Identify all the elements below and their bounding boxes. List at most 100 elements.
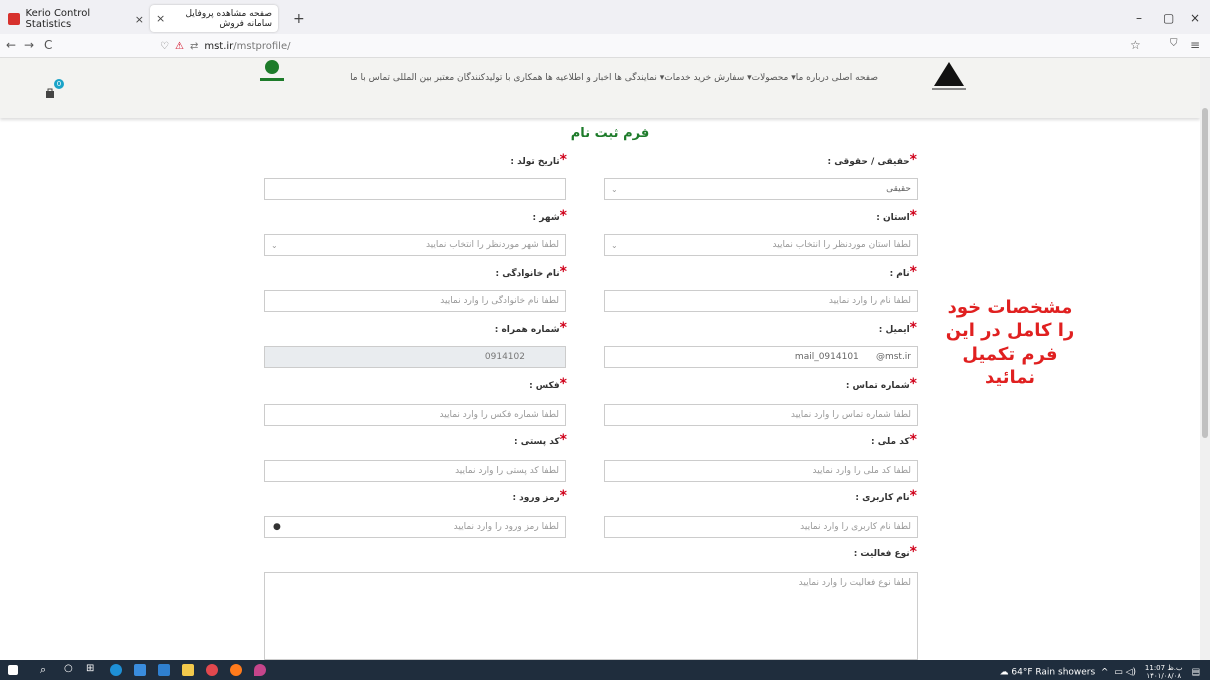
required-star: * (909, 320, 917, 336)
input-placeholder: لطفا شماره فکس را وارد نمایید (439, 410, 559, 420)
windows-taskbar: ⌕ ○ ⊞ ☁ 64°F Rain showers ^ ▭ ◁) 11:07 ب… (0, 660, 1210, 680)
fax-input[interactable]: لطفا شماره فکس را وارد نمایید (264, 404, 566, 426)
eye-icon[interactable]: ● (273, 522, 281, 532)
last-name-label: *نام خانوادگی : (496, 264, 567, 280)
clock[interactable]: 11:07 ب.ظ ۱۴۰۱/۰۸/۰۸ (1145, 664, 1183, 680)
lock-warning-icon: ⚠ (174, 40, 184, 52)
label-text: رمز ورود : (512, 493, 560, 503)
required-star: * (909, 488, 917, 504)
minimize-button[interactable]: – (1136, 11, 1142, 25)
reload-button[interactable]: C (44, 38, 52, 52)
maximize-button[interactable]: ▢ (1163, 11, 1174, 25)
search-icon[interactable]: ⌕ (40, 663, 46, 677)
cortana-icon[interactable]: ○ (64, 663, 73, 674)
back-button[interactable]: ← (6, 38, 16, 52)
droplet-app-icon[interactable] (254, 664, 266, 676)
input-placeholder: لطفا نام خانوادگی را وارد نمایید (440, 296, 559, 306)
required-star: * (909, 152, 917, 168)
weather-text: 64°F Rain showers (1011, 667, 1096, 678)
required-star: * (559, 432, 567, 448)
forward-button[interactable]: → (24, 38, 34, 52)
browser-tab-bar: Kerio Control Statistics × × صفحه مشاهده… (0, 0, 1210, 34)
username-input[interactable]: لطفا نام کاربری را وارد نمایید (604, 516, 918, 538)
site-header: 0 صفحه اصلی درباره ما▾ محصولات▾ سفارش خر… (0, 58, 1200, 118)
legal-type-label: *حقیقی / حقوقی : (828, 152, 917, 168)
activity-type-textarea[interactable]: لطفا نوع فعالیت را وارد نمایید (264, 572, 918, 660)
city-label: *شهر : (533, 208, 567, 224)
input-placeholder: لطفا کد ملی را وارد نمایید (812, 466, 911, 476)
file-explorer-icon[interactable] (182, 664, 194, 676)
required-star: * (909, 376, 917, 392)
phone-input[interactable]: لطفا شماره تماس را وارد نمایید (604, 404, 918, 426)
label-text: شهر : (532, 213, 560, 223)
label-text: فکس : (529, 381, 560, 391)
required-star: * (909, 544, 917, 560)
chevron-down-icon: ⌄ (271, 240, 278, 250)
notification-icon[interactable]: ▤ (1191, 668, 1200, 678)
input-placeholder: لطفا رمز ورود را وارد نمایید (453, 522, 559, 532)
permissions-icon: ⇄ (189, 40, 199, 52)
windows-start-icon[interactable] (8, 665, 18, 675)
network-icon[interactable]: ▭ (1114, 668, 1123, 678)
url-path: /mstprofile/ (233, 40, 291, 52)
tray-chevron-icon[interactable]: ^ (1098, 668, 1111, 678)
certificate-logo (254, 58, 290, 88)
required-star: * (559, 376, 567, 392)
system-tray[interactable]: ☁ 64°F Rain showers ^ ▭ ◁) 11:07 ب.ظ ۱۴۰… (1000, 664, 1201, 680)
label-text: نوع فعالیت : (853, 549, 910, 559)
label-text: ایمیل : (878, 325, 910, 335)
chevron-down-icon: ⌄ (611, 240, 618, 250)
legal-type-select[interactable]: حقیقی ⌄ (604, 178, 918, 200)
instruction-note: مشخصات خود را کامل در این فرم تکمیل نمائ… (945, 297, 1075, 389)
required-star: * (909, 432, 917, 448)
task-view-icon[interactable]: ⊞ (86, 663, 94, 674)
required-star: * (909, 208, 917, 224)
tab-profile[interactable]: × صفحه مشاهده پروفایل سامانه فروش (150, 5, 278, 32)
label-text: شماره تماس : (845, 381, 910, 391)
postal-code-input[interactable]: لطفا کد پستی را وارد نمایید (264, 460, 566, 482)
birth-date-label: *تاریخ تولد : (510, 152, 567, 168)
scrollbar-thumb[interactable] (1202, 108, 1208, 438)
tab-kerio[interactable]: Kerio Control Statistics × (8, 7, 148, 31)
label-text: حقیقی / حقوقی : (827, 157, 910, 167)
volume-icon[interactable]: ◁) (1126, 668, 1136, 678)
required-star: * (909, 264, 917, 280)
label-text: شماره همراه : (494, 325, 560, 335)
store-icon[interactable] (134, 664, 146, 676)
tab-close-icon[interactable]: × (156, 12, 169, 25)
province-label: *استان : (876, 208, 917, 224)
national-code-input[interactable]: لطفا کد ملی را وارد نمایید (604, 460, 918, 482)
bookmark-star-icon[interactable]: ☆ (1130, 38, 1141, 52)
pocket-icon[interactable]: ⛉ (1170, 38, 1178, 49)
weather-icon: ☁ (999, 667, 1009, 678)
label-text: نام خانوادگی : (495, 269, 560, 279)
chrome-icon[interactable] (206, 664, 218, 676)
email-input[interactable]: mail_0914101 @mst.ir (604, 346, 918, 368)
province-select[interactable]: لطفا استان موردنظر را انتخاب نمایید ⌄ (604, 234, 918, 256)
tab-close-icon[interactable]: × (135, 13, 148, 26)
input-value: mail_0914101 @mst.ir (794, 352, 911, 362)
select-value: حقیقی (886, 184, 911, 194)
required-star: * (559, 488, 567, 504)
main-menu[interactable]: صفحه اصلی درباره ما▾ محصولات▾ سفارش خرید… (343, 73, 878, 83)
birth-date-input[interactable] (264, 178, 566, 200)
password-input[interactable]: لطفا رمز ورود را وارد نمایید ● (264, 516, 566, 538)
postal-code-label: *کد پستی : (514, 432, 567, 448)
close-window-button[interactable]: × (1190, 11, 1200, 25)
select-placeholder: لطفا شهر موردنظر را انتخاب نمایید (425, 240, 559, 250)
new-tab-button[interactable]: + (293, 11, 305, 27)
mail-icon[interactable] (158, 664, 170, 676)
edge-icon[interactable] (110, 664, 122, 676)
page-scrollbar[interactable] (1200, 58, 1210, 660)
url-bar[interactable]: ♡ ⚠ ⇄ mst.ir /mstprofile/ (160, 36, 1100, 56)
city-select[interactable]: لطفا شهر موردنظر را انتخاب نمایید ⌄ (264, 234, 566, 256)
email-label: *ایمیل : (879, 320, 917, 336)
chevron-down-icon: ⌄ (611, 184, 618, 194)
input-placeholder: لطفا نوع فعالیت را وارد نمایید (798, 578, 911, 588)
password-label: *رمز ورود : (512, 488, 567, 504)
last-name-input[interactable]: لطفا نام خانوادگی را وارد نمایید (264, 290, 566, 312)
menu-icon[interactable]: ≡ (1190, 38, 1200, 52)
input-placeholder: لطفا کد پستی را وارد نمایید (455, 466, 559, 476)
firefox-icon[interactable] (230, 664, 242, 676)
first-name-input[interactable]: لطفا نام را وارد نمایید (604, 290, 918, 312)
